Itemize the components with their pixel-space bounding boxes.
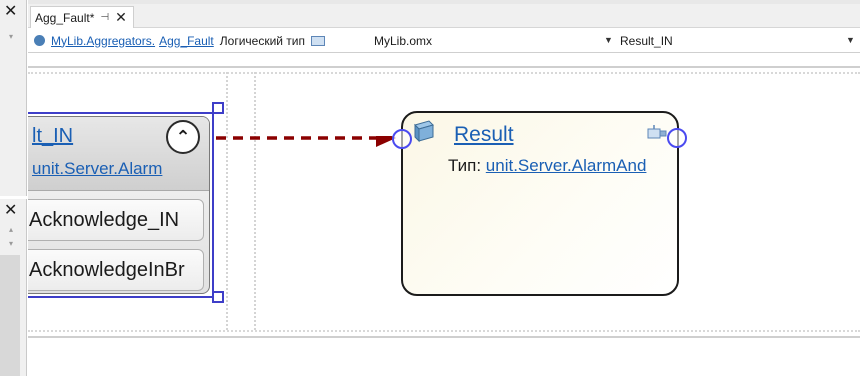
document-tab-strip: Agg_Fault * ⊣ ✕ bbox=[28, 0, 860, 28]
dropdown-arrow-icon[interactable]: ▼ bbox=[604, 35, 613, 45]
close-icon[interactable]: ✕ bbox=[115, 9, 127, 26]
pin-label: AcknowledgeInBr bbox=[29, 259, 185, 281]
connection-line[interactable] bbox=[216, 136, 416, 156]
result-block-title[interactable]: Result bbox=[454, 123, 514, 147]
breadcrumb-library-link[interactable]: MyLib.Aggregators. bbox=[51, 34, 155, 48]
chevron-up-icon[interactable]: ▴ bbox=[9, 225, 13, 234]
result-block-type: Тип: unit.Server.AlarmAnd bbox=[448, 156, 646, 176]
canvas-border-top bbox=[28, 66, 860, 68]
diagram-canvas[interactable]: lt_IN unit.Server.Alarm ⌃ Acknowledge_IN… bbox=[28, 54, 860, 376]
grid-column-line bbox=[226, 72, 228, 330]
close-icon[interactable]: ✕ bbox=[4, 203, 17, 219]
output-port[interactable] bbox=[667, 128, 687, 148]
close-icon[interactable]: ✕ bbox=[4, 4, 17, 20]
tab-strip-top-border bbox=[28, 0, 860, 4]
left-dock-panel-bottom: ✕ ▴ ▾ bbox=[0, 199, 27, 376]
type-prefix: Тип: bbox=[448, 156, 482, 175]
output-port-icon bbox=[647, 125, 667, 139]
selection-handle-top[interactable] bbox=[212, 102, 224, 114]
result-block-type-link[interactable]: unit.Server.AlarmAnd bbox=[486, 156, 647, 175]
source-block-body: lt_IN unit.Server.Alarm ⌃ Acknowledge_IN… bbox=[28, 116, 210, 294]
file-selector[interactable]: MyLib.omx bbox=[374, 34, 432, 48]
pin-label: Acknowledge_IN bbox=[29, 209, 180, 231]
input-port[interactable] bbox=[392, 129, 412, 149]
grid-column-line bbox=[254, 72, 256, 330]
panel-scrollbar[interactable] bbox=[0, 255, 20, 376]
pin-row[interactable]: AcknowledgeInBr bbox=[28, 249, 204, 291]
tab-agg-fault[interactable]: Agg_Fault * ⊣ ✕ bbox=[30, 6, 134, 28]
canvas-border-bottom bbox=[28, 336, 860, 338]
pin-row[interactable]: Acknowledge_IN bbox=[28, 199, 204, 241]
source-block-header: lt_IN unit.Server.Alarm ⌃ bbox=[28, 117, 209, 191]
type-dot-icon bbox=[34, 35, 45, 46]
source-block-title[interactable]: lt_IN bbox=[32, 125, 73, 148]
grid-line-top bbox=[28, 72, 860, 74]
selection-handle-bottom[interactable] bbox=[212, 291, 224, 303]
navigation-bar: MyLib.Aggregators. Agg_Fault Логический … bbox=[28, 29, 860, 53]
dropdown-arrow-icon[interactable]: ▼ bbox=[846, 35, 855, 45]
port-selector[interactable]: Result_IN bbox=[620, 34, 673, 48]
type-icon bbox=[311, 35, 326, 46]
pin-icon[interactable]: ⊣ bbox=[100, 12, 109, 23]
type-label: Логический тип bbox=[219, 33, 306, 48]
modified-marker: * bbox=[89, 10, 95, 25]
editor-window: ✕ ▾ ✕ ▴ ▾ Agg_Fault * ⊣ ✕ MyLib.Aggregato… bbox=[0, 0, 860, 376]
chevron-down-icon[interactable]: ▾ bbox=[9, 32, 13, 41]
chevron-down-icon[interactable]: ▾ bbox=[9, 239, 13, 248]
left-dock-panel-top: ✕ ▾ bbox=[0, 0, 27, 196]
breadcrumb-item-link[interactable]: Agg_Fault bbox=[159, 34, 214, 48]
result-block-node[interactable]: Result Тип: unit.Server.AlarmAnd bbox=[401, 111, 679, 296]
collapse-button[interactable]: ⌃ bbox=[166, 120, 200, 154]
source-block-node[interactable]: lt_IN unit.Server.Alarm ⌃ Acknowledge_IN… bbox=[28, 112, 214, 298]
grid-line-bottom bbox=[28, 330, 860, 332]
tab-label: Agg_Fault bbox=[35, 10, 90, 25]
source-block-type-link[interactable]: unit.Server.Alarm bbox=[32, 159, 162, 179]
